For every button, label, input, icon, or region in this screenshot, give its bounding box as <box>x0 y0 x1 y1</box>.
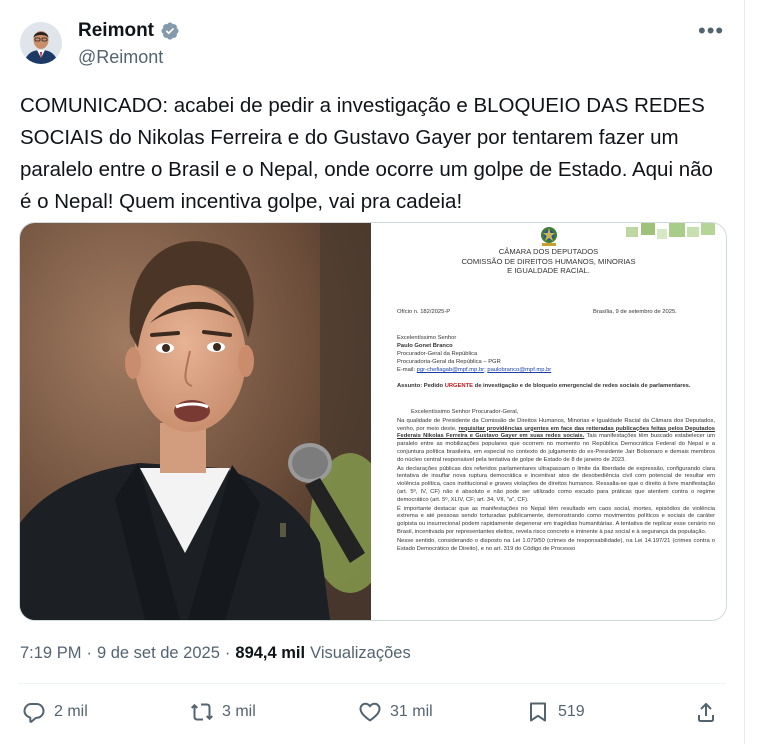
author-handle[interactable]: @Reimont <box>78 47 163 68</box>
author-display-name[interactable]: Reimont <box>78 20 154 42</box>
author-name-row: Reimont <box>78 20 180 42</box>
document-header: CÂMARA DOS DEPUTADOS COMISSÃO DE DIREITO… <box>371 247 726 276</box>
repost-icon <box>191 703 213 721</box>
email-line: E-mail: pgr-chefiagab@mpf.mp.br; paulobr… <box>397 367 552 373</box>
document-header-line: E IGUALDADE RACIAL. <box>507 266 590 275</box>
recipient-org: Procuradoria-Geral da República – PGR <box>397 359 501 365</box>
like-button[interactable]: 31 mil <box>358 700 433 724</box>
separator: · <box>86 644 92 662</box>
photo-image[interactable] <box>20 223 371 620</box>
document-image[interactable]: CÂMARA DOS DEPUTADOS COMISSÃO DE DIREITO… <box>371 223 726 620</box>
email-label: E-mail: <box>397 367 416 373</box>
tweet-text: COMUNICADO: acabei de pedir a investigaç… <box>20 94 713 213</box>
views-label: Visualizações <box>310 644 411 662</box>
share-icon <box>698 702 714 722</box>
tweet-date[interactable]: 9 de set de 2025 <box>97 644 220 663</box>
subject-label: Assunto: Pedido <box>397 383 444 389</box>
avatar[interactable] <box>20 22 62 64</box>
avatar-photo <box>20 22 62 64</box>
email-link[interactable]: pgr-chefiagab@mpf.mp.br <box>417 367 484 373</box>
recipient-title: Procurador-Geral da República <box>397 351 478 357</box>
coat-of-arms-icon <box>541 227 557 246</box>
subject-text: de investigação e de bloqueio emergencia… <box>474 383 691 389</box>
greeting: Excelentíssimo Senhor Procurador-Geral, <box>411 409 519 415</box>
repost-button[interactable]: 3 mil <box>190 700 256 724</box>
bookmark-button[interactable]: 519 <box>526 700 585 724</box>
office-number: Ofício n. 182/2025-P <box>397 309 451 315</box>
paragraph: Nesse sentido, considerando o disposto n… <box>397 537 715 552</box>
document-date: Brasília, 9 de setembro de 2025. <box>593 309 677 315</box>
divider <box>18 683 726 684</box>
tweet-time[interactable]: 7:19 PM <box>20 644 81 663</box>
column-border <box>744 0 745 744</box>
bookmark-count: 519 <box>558 703 585 720</box>
bookmark-icon <box>530 702 546 722</box>
like-count: 31 mil <box>390 703 433 720</box>
salutation: Excelentíssimo Senhor <box>397 335 457 341</box>
separator: · <box>224 644 231 662</box>
reply-button[interactable]: 2 mil <box>22 700 88 724</box>
document-header-line: COMISSÃO DE DIREITOS HUMANOS, MINORIAS <box>461 256 636 266</box>
recipient-name: Paulo Gonet Branco <box>397 343 453 349</box>
more-options-button[interactable]: ••• <box>698 18 724 44</box>
paragraph: É importante destacar que as manifestaçõ… <box>397 505 715 535</box>
reply-count: 2 mil <box>54 703 88 720</box>
verified-badge-icon[interactable] <box>160 21 180 41</box>
document-header-line: CÂMARA DOS DEPUTADOS <box>498 247 599 256</box>
tweet-meta: 7:19 PM · 9 de set de 2025 · 894,4 mil V… <box>20 644 411 663</box>
heart-icon <box>359 702 381 722</box>
action-bar: 2 mil 3 mil 31 mil 519 <box>0 700 744 740</box>
paragraph: Na qualidade de Presidente da Comissão d… <box>397 418 715 465</box>
document-body: Excelentíssimo Senhor Procurador-Geral, … <box>397 409 715 554</box>
paragraph: As declarações públicas dos referidos pa… <box>397 465 715 503</box>
reply-icon <box>23 703 45 723</box>
share-button[interactable] <box>694 700 718 724</box>
tweet-media[interactable]: CÂMARA DOS DEPUTADOS COMISSÃO DE DIREITO… <box>19 222 727 621</box>
subject-urgent: URGENTE <box>444 383 474 389</box>
repost-count: 3 mil <box>222 703 256 720</box>
views-count: 894,4 mil <box>235 644 306 662</box>
subject-line: Assunto: Pedido URGENTE de investigação … <box>397 383 715 390</box>
email-link[interactable]: paulobranco@mpf.mp.br <box>487 367 551 373</box>
